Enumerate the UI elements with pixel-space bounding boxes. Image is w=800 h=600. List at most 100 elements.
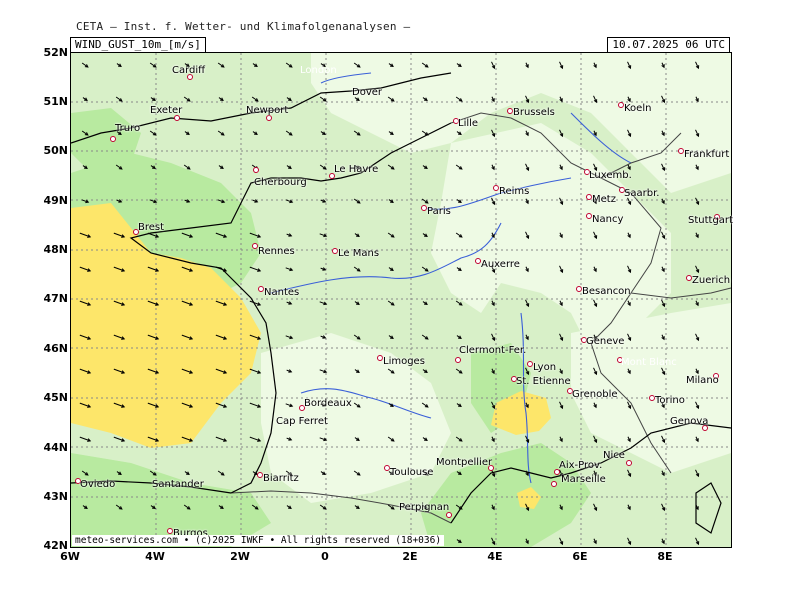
city-label-paris[interactable]: Paris xyxy=(427,206,451,217)
city-label-brussels[interactable]: Brussels xyxy=(513,107,555,118)
wind-arrow xyxy=(559,537,564,546)
city-label-exeter[interactable]: Exeter xyxy=(150,105,182,116)
wind-arrow xyxy=(218,97,224,102)
lat-label-52n: 52N xyxy=(43,46,68,59)
city-label-mont-blanc[interactable]: Mont Blanc xyxy=(621,357,677,368)
lon-label-2w: 2W xyxy=(230,550,250,563)
city-label-toulouse[interactable]: Toulouse xyxy=(390,467,433,478)
city-label-perpignan[interactable]: Perpignan xyxy=(399,502,449,513)
city-label-marseille[interactable]: Marseille xyxy=(561,474,606,485)
wind-arrow xyxy=(456,335,462,340)
lon-label-6e: 6E xyxy=(572,550,588,563)
city-label-dover[interactable]: Dover xyxy=(352,87,382,98)
city-label-nantes[interactable]: Nantes xyxy=(264,287,299,298)
wind-arrow xyxy=(491,300,495,307)
city-label-biarritz[interactable]: Biarritz xyxy=(263,473,299,484)
institution-title: CETA — Inst. f. Wetter- und Klimafolgena… xyxy=(76,20,411,33)
wind-arrow xyxy=(422,165,428,170)
wind-arrow xyxy=(320,131,326,136)
wind-arrow xyxy=(627,504,631,511)
city-label-cardiff[interactable]: Cardiff xyxy=(172,65,205,76)
wind-arrow xyxy=(695,232,699,239)
city-label-brest[interactable]: Brest xyxy=(138,222,164,233)
city-label-lyon[interactable]: Lyon xyxy=(533,362,556,373)
lon-label-6w: 6W xyxy=(60,550,80,563)
lon-label-4e: 4E xyxy=(487,550,503,563)
city-marker xyxy=(551,481,557,487)
city-label-cap-ferret[interactable]: Cap Ferret xyxy=(276,416,328,427)
city-label-luxemb[interactable]: Luxemb. xyxy=(589,170,632,181)
lat-label-46n: 46N xyxy=(43,342,68,355)
city-label-geneve[interactable]: Geneve xyxy=(586,336,624,347)
wind-arrow xyxy=(387,232,395,238)
city-label-rennes[interactable]: Rennes xyxy=(258,246,295,257)
city-label-stuttgart[interactable]: Stuttgart xyxy=(688,215,733,226)
city-label-genova[interactable]: Genova xyxy=(670,416,708,427)
wind-arrow xyxy=(455,368,463,374)
wind-arrow xyxy=(286,233,293,237)
city-label-torino[interactable]: Torino xyxy=(655,395,685,406)
wind-arrow xyxy=(525,334,529,341)
city-label-lille[interactable]: Lille xyxy=(458,118,478,129)
low-field-zone-center xyxy=(431,123,671,353)
wind-arrow xyxy=(695,265,700,274)
wind-arrow xyxy=(217,470,225,476)
city-label-grenoble[interactable]: Grenoble xyxy=(572,389,618,400)
city-label-montpellier[interactable]: Montpellier xyxy=(436,457,492,468)
wind-arrow xyxy=(695,197,700,206)
city-label-newport[interactable]: Newport xyxy=(246,105,288,116)
valid-time-label: 10.07.2025 06 UTC xyxy=(607,37,730,53)
wind-arrow xyxy=(285,130,293,136)
city-label-milano[interactable]: Milano xyxy=(686,375,719,386)
city-label-saarbr[interactable]: Saarbr. xyxy=(624,188,659,199)
city-label-koeln[interactable]: Koeln xyxy=(624,103,651,114)
wind-arrow xyxy=(81,62,89,68)
city-label-truro[interactable]: Truro xyxy=(115,123,140,134)
city-label-reims[interactable]: Reims xyxy=(499,186,529,197)
city-label-london[interactable]: London xyxy=(300,65,337,76)
lat-label-51n: 51N xyxy=(43,95,68,108)
city-label-le-mans[interactable]: Le Mans xyxy=(338,248,379,259)
lon-label-4w: 4W xyxy=(145,550,165,563)
wind-arrow xyxy=(422,301,428,306)
city-label-oviedo[interactable]: Oviedo xyxy=(80,479,115,490)
wind-arrow xyxy=(593,435,598,444)
wind-arrow xyxy=(215,436,228,442)
city-label-bordeaux[interactable]: Bordeaux xyxy=(304,398,352,409)
wind-arrow xyxy=(115,96,123,102)
city-label-zuerich[interactable]: Zuerich xyxy=(692,275,730,286)
wind-arrow xyxy=(491,333,496,342)
city-label-clermont-fer[interactable]: Clermont-Fer. xyxy=(459,345,526,356)
city-label-nancy[interactable]: Nancy xyxy=(592,214,623,225)
city-label-aix-prov[interactable]: Aix-Prov. xyxy=(559,460,602,471)
wind-arrow xyxy=(249,402,262,408)
city-label-metz[interactable]: Metz xyxy=(592,194,616,205)
wind-arrow xyxy=(249,266,262,272)
wind-arrow xyxy=(422,233,428,238)
wind-arrow xyxy=(593,503,598,512)
lon-label-2e: 2E xyxy=(402,550,418,563)
wind-arrow xyxy=(661,503,666,512)
wind-arrow xyxy=(82,97,88,102)
city-label-limoges[interactable]: Limoges xyxy=(383,356,425,367)
wind-arrow xyxy=(456,403,462,408)
city-label-nice[interactable]: Nice xyxy=(603,450,625,461)
lat-label-49n: 49N xyxy=(43,194,68,207)
wind-arrow xyxy=(79,436,92,442)
city-label-santander[interactable]: Santander xyxy=(152,479,204,490)
wind-arrow xyxy=(353,266,361,272)
wind-arrow xyxy=(387,164,395,170)
wind-arrow xyxy=(695,300,699,307)
city-label-frankfurt[interactable]: Frankfurt xyxy=(684,149,729,160)
city-label-besancon[interactable]: Besancon xyxy=(582,286,631,297)
city-marker xyxy=(110,136,116,142)
city-label-le-havre[interactable]: Le Havre xyxy=(334,164,378,175)
wind-arrow xyxy=(387,300,395,306)
wind-arrow xyxy=(184,471,190,476)
city-label-cherbourg[interactable]: Cherbourg xyxy=(254,177,307,188)
city-label-auxerre[interactable]: Auxerre xyxy=(481,259,520,270)
lat-label-44n: 44N xyxy=(43,441,68,454)
city-label-st-etienne[interactable]: St. Etienne xyxy=(516,376,571,387)
wind-arrow xyxy=(353,334,361,340)
lat-label-45n: 45N xyxy=(43,391,68,404)
